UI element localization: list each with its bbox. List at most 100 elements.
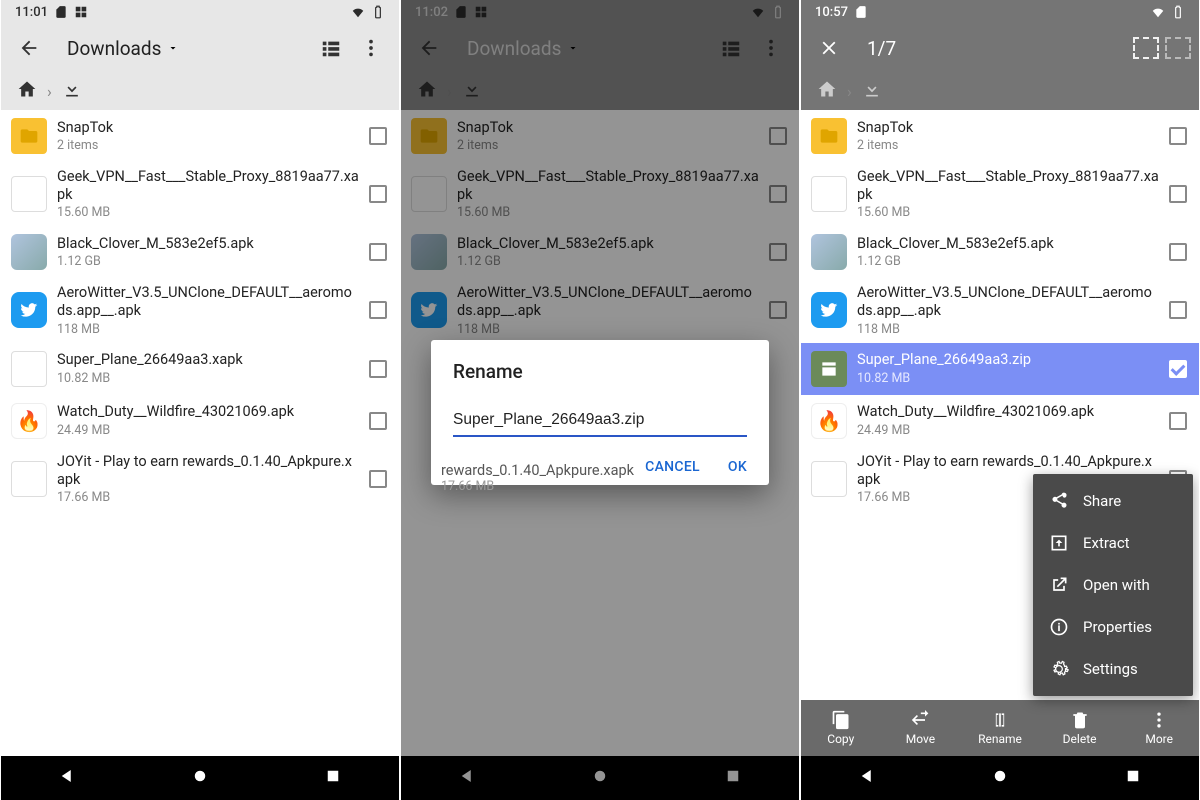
copy-action[interactable]: Copy xyxy=(801,700,881,756)
dropdown-icon xyxy=(167,42,179,54)
file-row[interactable]: Geek_VPN__Fast___Stable_Proxy_8819aa77.x… xyxy=(801,162,1199,226)
file-row[interactable]: 🔥Watch_Duty__Wildfire_43021069.apk24.49 … xyxy=(801,395,1199,447)
home-crumb[interactable] xyxy=(817,79,837,103)
file-name: Black_Clover_M_583e2ef5.apk xyxy=(57,235,359,253)
move-action[interactable]: Move xyxy=(881,700,961,756)
file-row[interactable]: Super_Plane_26649aa3.zip 10.82 MB xyxy=(801,343,1199,395)
file-meta: 10.82 MB xyxy=(857,371,1159,386)
status-bar: 11:01 xyxy=(1,0,399,24)
file-row[interactable]: AeroWitter_V3.5_UNClone_DEFAULT__aeromod… xyxy=(1,278,399,342)
checkbox[interactable] xyxy=(1169,360,1187,378)
file-row[interactable]: AeroWitter_V3.5_UNClone_DEFAULT__aeromod… xyxy=(801,278,1199,342)
wifi-icon xyxy=(1151,5,1165,19)
file-name: Geek_VPN__Fast___Stable_Proxy_8819aa77.x… xyxy=(857,168,1159,204)
clock-text: 10:57 xyxy=(815,5,848,20)
folder-icon xyxy=(811,118,847,154)
checkbox[interactable] xyxy=(1169,412,1187,430)
chevron-right-icon: › xyxy=(47,82,52,101)
file-icon xyxy=(11,461,47,497)
file-row[interactable]: JOYit - Play to earn rewards_0.1.40_Apkp… xyxy=(1,447,399,511)
file-meta: 15.60 MB xyxy=(857,205,1159,220)
share-item[interactable]: Share xyxy=(1033,480,1193,522)
phone-screen-1: 11:01 Downloads › SnapTok2 items Geek_VPN… xyxy=(0,0,400,800)
breadcrumb: › xyxy=(1,72,399,110)
file-row[interactable]: Geek_VPN__Fast___Stable_Proxy_8819aa77.x… xyxy=(1,162,399,226)
home-crumb[interactable] xyxy=(17,79,37,103)
back-button[interactable] xyxy=(9,28,49,68)
folder-icon xyxy=(11,118,47,154)
battery-icon xyxy=(1171,5,1185,19)
downloads-crumb[interactable] xyxy=(862,79,882,103)
extract-item[interactable]: Extract xyxy=(1033,522,1193,564)
phone-screen-3: 10:57 1/7 › SnapTok2 itemsGeek_VPN__Fast… xyxy=(800,0,1200,800)
checkbox[interactable] xyxy=(369,412,387,430)
file-list[interactable]: SnapTok2 items Geek_VPN__Fast___Stable_Pr… xyxy=(1,110,399,756)
overflow-menu-button[interactable] xyxy=(351,28,391,68)
wifi-icon xyxy=(351,5,365,19)
selection-app-bar: 1/7 xyxy=(801,24,1199,72)
file-meta: 118 MB xyxy=(57,322,359,337)
checkbox[interactable] xyxy=(1169,243,1187,261)
file-name: Super_Plane_26649aa3.zip xyxy=(857,351,1159,369)
file-row[interactable]: Black_Clover_M_583e2ef5.apk1.12 GB xyxy=(801,226,1199,278)
folder-title[interactable]: Downloads xyxy=(67,37,179,60)
more-popup-menu: Share Extract Open with Properties Setti… xyxy=(1033,474,1193,696)
app-bar: Downloads xyxy=(1,24,399,72)
checkbox[interactable] xyxy=(1169,301,1187,319)
checkbox[interactable] xyxy=(369,243,387,261)
file-meta: 10.82 MB xyxy=(57,371,359,386)
checkbox[interactable] xyxy=(369,301,387,319)
file-name: Watch_Duty__Wildfire_43021069.apk xyxy=(57,403,359,421)
nav-home-button[interactable] xyxy=(191,767,209,789)
file-meta: 24.49 MB xyxy=(857,423,1159,438)
status-bar: 10:57 xyxy=(801,0,1199,24)
nav-recent-button[interactable] xyxy=(1124,767,1142,789)
checkbox[interactable] xyxy=(1169,185,1187,203)
close-selection-button[interactable] xyxy=(809,28,849,68)
file-icon xyxy=(811,461,847,497)
app-icon xyxy=(11,292,47,328)
file-name: Watch_Duty__Wildfire_43021069.apk xyxy=(857,403,1159,421)
battery-icon xyxy=(371,5,385,19)
nav-back-button[interactable] xyxy=(58,767,76,789)
file-icon xyxy=(11,176,47,212)
file-row[interactable]: Super_Plane_26649aa3.xapk 10.82 MB xyxy=(1,343,399,395)
apps-icon xyxy=(74,5,88,19)
file-meta: 1.12 GB xyxy=(57,254,359,269)
file-name: SnapTok xyxy=(857,119,1159,137)
file-row[interactable]: Black_Clover_M_583e2ef5.apk1.12 GB xyxy=(1,226,399,278)
file-meta: 15.60 MB xyxy=(57,205,359,220)
checkbox[interactable] xyxy=(369,185,387,203)
rename-input[interactable] xyxy=(453,407,747,437)
file-row[interactable]: SnapTok2 items xyxy=(1,110,399,162)
open-with-item[interactable]: Open with xyxy=(1033,564,1193,606)
nav-home-button[interactable] xyxy=(991,767,1009,789)
file-name: Super_Plane_26649aa3.xapk xyxy=(57,351,359,369)
checkbox[interactable] xyxy=(369,470,387,488)
selection-counter: 1/7 xyxy=(867,37,896,60)
nav-recent-button[interactable] xyxy=(324,767,342,789)
downloads-crumb[interactable] xyxy=(62,79,82,103)
select-all-button[interactable] xyxy=(1133,37,1159,59)
file-name: Geek_VPN__Fast___Stable_Proxy_8819aa77.x… xyxy=(57,168,359,204)
settings-item[interactable]: Settings xyxy=(1033,648,1193,690)
checkbox[interactable] xyxy=(369,127,387,145)
phone-screen-2: 11:02 Downloads › SnapTok2 itemsGeek_VPN… xyxy=(400,0,800,800)
view-list-button[interactable] xyxy=(311,28,351,68)
properties-item[interactable]: Properties xyxy=(1033,606,1193,648)
file-row[interactable]: 🔥Watch_Duty__Wildfire_43021069.apk24.49 … xyxy=(1,395,399,447)
select-range-button[interactable] xyxy=(1165,37,1191,59)
checkbox[interactable] xyxy=(1169,127,1187,145)
file-meta: 2 items xyxy=(57,138,359,153)
more-action[interactable]: More xyxy=(1119,700,1199,756)
nav-back-button[interactable] xyxy=(858,767,876,789)
dialog-title: Rename xyxy=(453,360,747,383)
file-row[interactable]: SnapTok2 items xyxy=(801,110,1199,162)
file-name: SnapTok xyxy=(57,119,359,137)
delete-action[interactable]: Delete xyxy=(1040,700,1120,756)
file-row-peek: rewards_0.1.40_Apkpure.xapk 17.66 MB xyxy=(441,462,759,494)
rename-action[interactable]: Rename xyxy=(960,700,1040,756)
checkbox[interactable] xyxy=(369,360,387,378)
file-meta: 118 MB xyxy=(857,322,1159,337)
clock-text: 11:01 xyxy=(15,5,48,20)
